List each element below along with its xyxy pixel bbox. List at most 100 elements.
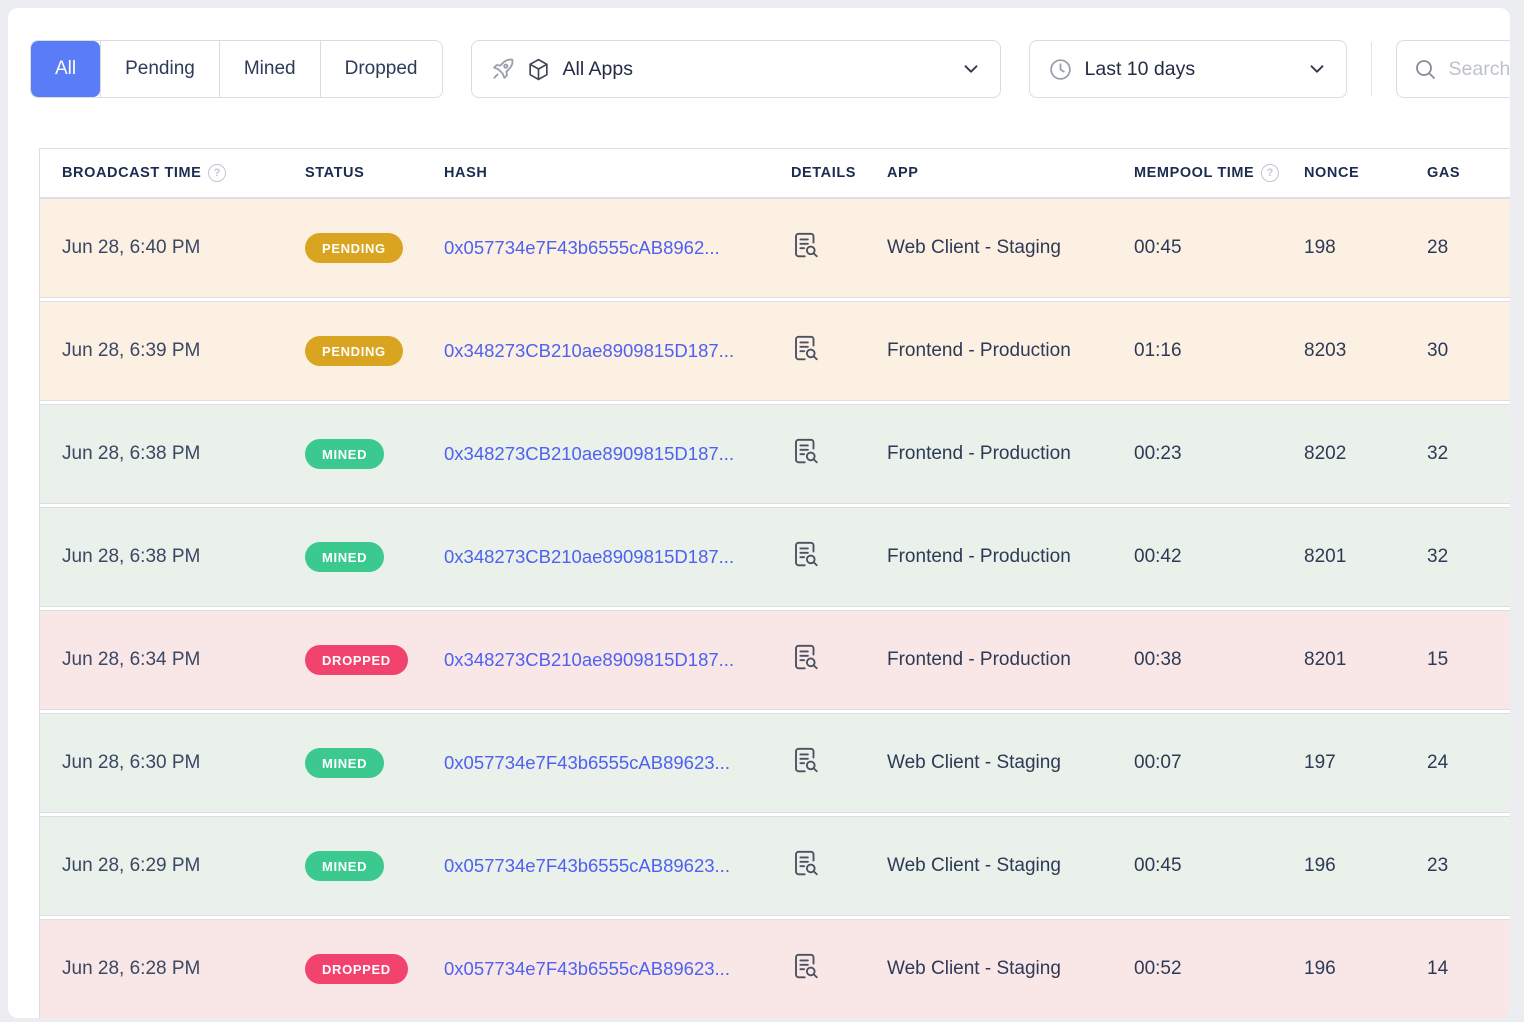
col-label: HASH	[444, 165, 488, 181]
status-filter-tabs: All Pending Mined Dropped	[30, 40, 443, 98]
hash-link[interactable]: 0x348273CB210ae8909815D187...	[444, 443, 734, 464]
details-cell	[791, 642, 887, 678]
mempool-time-cell: 00:38	[1134, 649, 1182, 670]
app-cell: Web Client - Staging	[887, 958, 1061, 979]
app-cell: Frontend - Production	[887, 340, 1071, 361]
app-filter-dropdown[interactable]: All Apps	[470, 40, 1001, 98]
details-button[interactable]	[791, 642, 821, 672]
search-box[interactable]	[1395, 40, 1510, 98]
status-cell: MINED	[305, 439, 444, 469]
search-input[interactable]	[1448, 57, 1510, 81]
app-cell: Web Client - Staging	[887, 237, 1061, 258]
hash-cell: 0x348273CB210ae8909815D187...	[444, 546, 791, 569]
details-button[interactable]	[791, 848, 821, 878]
rocket-icon	[490, 56, 516, 82]
col-label: APP	[887, 165, 919, 181]
chevron-down-icon	[960, 58, 982, 80]
mempool-time-cell: 01:16	[1134, 340, 1182, 361]
hash-cell: 0x348273CB210ae8909815D187...	[444, 443, 791, 466]
status-badge: MINED	[305, 439, 385, 469]
time-filter-value: Last 10 days	[1084, 57, 1196, 80]
mempool-time-cell: 00:42	[1134, 546, 1182, 567]
gas-cell: 30	[1427, 340, 1449, 361]
broadcast-time-cell: Jun 28, 6:34 PM	[62, 649, 201, 670]
status-cell: DROPPED	[305, 954, 444, 984]
gas-cell: 15	[1427, 649, 1449, 670]
tab-all[interactable]: All	[31, 41, 101, 97]
hash-link[interactable]: 0x057734e7F43b6555cAB8962...	[444, 237, 720, 258]
hash-link[interactable]: 0x348273CB210ae8909815D187...	[444, 340, 734, 361]
status-badge: MINED	[305, 542, 385, 572]
filter-toolbar: All Pending Mined Dropped All Apps Last …	[30, 40, 1510, 98]
app-cell: Web Client - Staging	[887, 752, 1061, 773]
hash-cell: 0x057734e7F43b6555cAB89623...	[444, 855, 791, 878]
help-icon[interactable]: ?	[208, 164, 227, 182]
gas-cell: 28	[1427, 237, 1449, 258]
mempool-time-cell: 00:52	[1134, 958, 1182, 979]
toolbar-divider	[1370, 42, 1372, 96]
table-row: Jun 28, 6:29 PM MINED 0x057734e7F43b6555…	[40, 816, 1510, 916]
app-cell: Frontend - Production	[887, 546, 1071, 567]
tab-pending[interactable]: Pending	[100, 41, 219, 97]
col-label: STATUS	[305, 165, 365, 181]
hash-link[interactable]: 0x348273CB210ae8909815D187...	[444, 546, 734, 567]
hash-cell: 0x057734e7F43b6555cAB89623...	[444, 958, 791, 981]
broadcast-time-cell: Jun 28, 6:28 PM	[62, 958, 201, 979]
tab-dropped[interactable]: Dropped	[319, 41, 442, 97]
hash-link[interactable]: 0x057734e7F43b6555cAB89623...	[444, 855, 730, 876]
hash-link[interactable]: 0x348273CB210ae8909815D187...	[444, 649, 734, 670]
details-cell	[791, 333, 887, 369]
app-cell: Frontend - Production	[887, 649, 1071, 670]
tab-mined[interactable]: Mined	[218, 41, 320, 97]
mempool-time-cell: 00:45	[1134, 237, 1182, 258]
main-panel: All Pending Mined Dropped All Apps Last …	[8, 8, 1510, 1018]
details-cell	[791, 745, 887, 781]
hash-cell: 0x348273CB210ae8909815D187...	[444, 340, 791, 363]
table-row: Jun 28, 6:30 PM MINED 0x057734e7F43b6555…	[40, 713, 1510, 813]
app-cell: Web Client - Staging	[887, 855, 1061, 876]
broadcast-time-cell: Jun 28, 6:29 PM	[62, 855, 201, 876]
hash-cell: 0x057734e7F43b6555cAB8962...	[444, 237, 791, 260]
help-icon[interactable]: ?	[1261, 164, 1280, 182]
col-broadcast-time: BROADCAST TIME ?	[62, 164, 305, 182]
broadcast-time-cell: Jun 28, 6:38 PM	[62, 546, 201, 567]
chevron-down-icon	[1306, 58, 1328, 80]
col-label: MEMPOOL TIME	[1134, 165, 1255, 181]
nonce-cell: 8201	[1304, 649, 1347, 670]
hash-link[interactable]: 0x057734e7F43b6555cAB89623...	[444, 752, 730, 773]
broadcast-time-cell: Jun 28, 6:30 PM	[62, 752, 201, 773]
gas-cell: 23	[1427, 855, 1449, 876]
status-badge: DROPPED	[305, 954, 408, 984]
col-label: BROADCAST TIME	[62, 165, 202, 181]
nonce-cell: 196	[1304, 855, 1336, 876]
nonce-cell: 8201	[1304, 546, 1347, 567]
mempool-time-cell: 00:07	[1134, 752, 1182, 773]
status-cell: MINED	[305, 542, 444, 572]
app-cube-icon	[526, 57, 551, 82]
nonce-cell: 8203	[1304, 340, 1347, 361]
status-badge: MINED	[305, 851, 385, 881]
col-label: GAS	[1427, 165, 1461, 181]
col-nonce: NONCE	[1304, 165, 1427, 181]
details-button[interactable]	[791, 333, 821, 363]
details-cell	[791, 436, 887, 472]
details-button[interactable]	[791, 230, 821, 260]
details-button[interactable]	[791, 539, 821, 569]
time-filter-dropdown[interactable]: Last 10 days	[1028, 40, 1347, 98]
table-row: Jun 28, 6:40 PM PENDING 0x057734e7F43b65…	[40, 198, 1510, 298]
details-button[interactable]	[791, 436, 821, 466]
status-badge: MINED	[305, 748, 385, 778]
details-button[interactable]	[791, 951, 821, 981]
table-row: Jun 28, 6:28 PM DROPPED 0x057734e7F43b65…	[40, 919, 1510, 1018]
details-cell	[791, 848, 887, 884]
details-button[interactable]	[791, 745, 821, 775]
col-hash: HASH	[444, 165, 791, 181]
hash-link[interactable]: 0x057734e7F43b6555cAB89623...	[444, 958, 730, 979]
table-row: Jun 28, 6:38 PM MINED 0x348273CB210ae890…	[40, 507, 1510, 607]
col-details: DETAILS	[791, 165, 887, 181]
table-body: Jun 28, 6:40 PM PENDING 0x057734e7F43b65…	[40, 198, 1510, 1018]
status-cell: DROPPED	[305, 645, 444, 675]
status-badge: PENDING	[305, 336, 403, 366]
hash-cell: 0x348273CB210ae8909815D187...	[444, 649, 791, 672]
gas-cell: 32	[1427, 443, 1449, 464]
